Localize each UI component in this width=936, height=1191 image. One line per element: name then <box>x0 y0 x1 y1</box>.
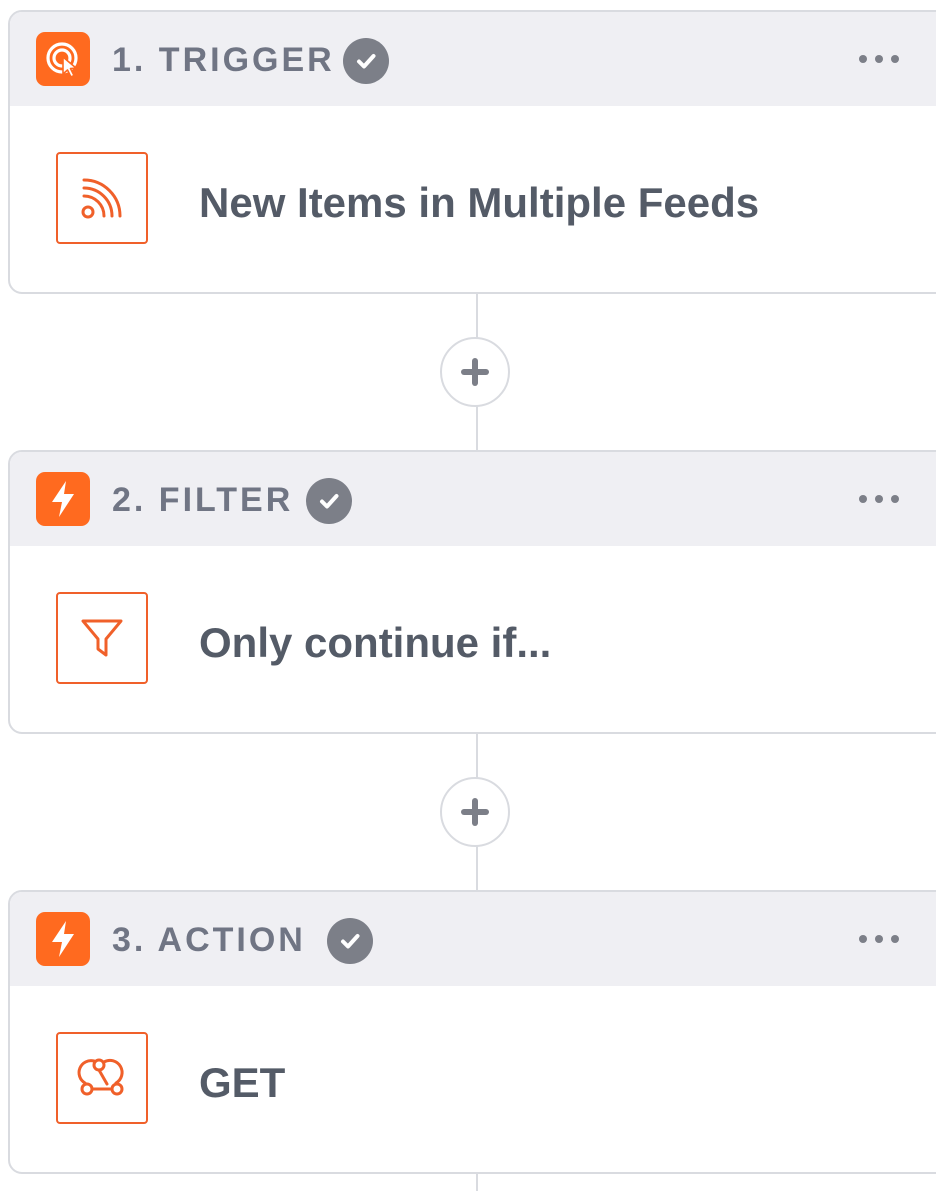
filter-funnel-icon <box>56 592 148 684</box>
step-title: 3. ACTION <box>112 921 306 959</box>
plus-icon <box>461 358 489 386</box>
lightning-icon <box>36 912 90 966</box>
step-title: 2. FILTER <box>112 481 294 519</box>
step-header: 3. ACTION <box>10 892 936 986</box>
more-options-icon[interactable] <box>859 48 899 70</box>
webhook-icon <box>56 1032 148 1124</box>
step-label: New Items in Multiple Feeds <box>199 179 760 226</box>
check-circle-icon <box>343 38 389 84</box>
rss-feed-icon <box>56 152 148 244</box>
plus-icon <box>461 798 489 826</box>
lightning-icon <box>36 472 90 526</box>
connector-line <box>476 1173 478 1191</box>
step-label: GET <box>199 1059 286 1106</box>
step-card-filter[interactable]: 2. FILTER Only continue if... <box>8 450 936 734</box>
step-header: 1. TRIGGER <box>10 12 936 106</box>
check-circle-icon <box>327 918 373 964</box>
step-label: Only continue if... <box>199 619 552 666</box>
add-step-button[interactable] <box>440 337 510 407</box>
step-card-trigger[interactable]: 1. TRIGGER New Items in Multiple Feeds <box>8 10 936 294</box>
step-header: 2. FILTER <box>10 452 936 546</box>
more-options-icon[interactable] <box>859 928 899 950</box>
step-card-action[interactable]: 3. ACTION GET <box>8 890 936 1174</box>
more-options-icon[interactable] <box>859 488 899 510</box>
add-step-button[interactable] <box>440 777 510 847</box>
trigger-cursor-icon <box>36 32 90 86</box>
check-circle-icon <box>306 478 352 524</box>
step-title: 1. TRIGGER <box>112 41 335 79</box>
